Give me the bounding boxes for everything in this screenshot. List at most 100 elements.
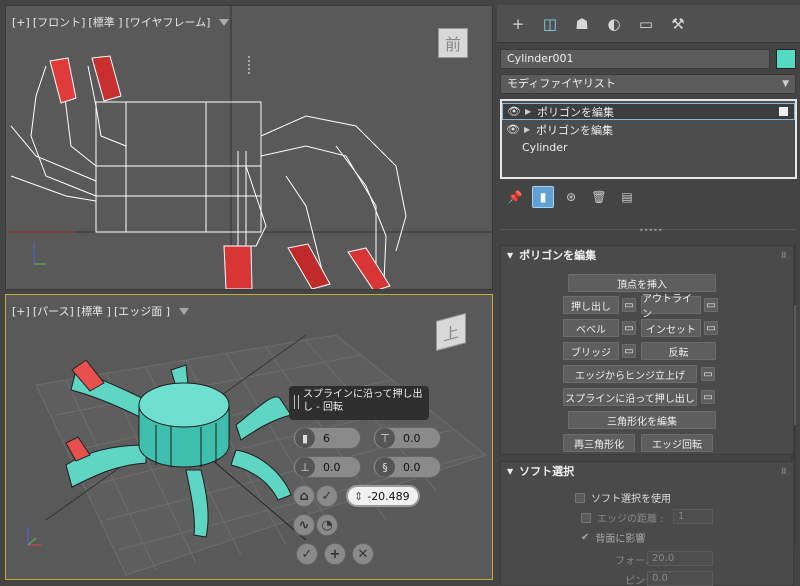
affect-backfacing-row: ✔ 背面に影響 xyxy=(581,530,645,545)
viewcube-face-label: 上 xyxy=(442,321,459,346)
rollout-header[interactable]: ▼ ソフト選択 ⠿ xyxy=(501,462,793,480)
modifier-list-label: モディファイヤリスト xyxy=(507,77,616,90)
viewport-front[interactable]: [+] [フロント] [標準 ] [ワイヤフレーム] 前 xyxy=(5,5,493,290)
grip-icon: ⠿ xyxy=(780,250,787,260)
rotation-value: -20.489 xyxy=(367,489,410,503)
inset-settings-icon[interactable]: ▭ xyxy=(704,321,718,335)
configure-sets-icon[interactable]: ▤ xyxy=(616,186,638,208)
motion-tab[interactable]: ◐ xyxy=(599,11,629,37)
app-root: [+] [フロント] [標準 ] [ワイヤフレーム] 前 [+] [パース] [… xyxy=(0,0,800,586)
stack-item-edit-poly-2[interactable]: 👁 ▶ ポリゴンを編集 xyxy=(502,121,795,138)
outline-button[interactable]: アウトライン xyxy=(641,294,701,320)
show-end-result-icon[interactable]: ▮ xyxy=(532,186,554,208)
segments-icon: ▮ xyxy=(295,428,315,448)
vp-menu-shading-std[interactable]: [標準 ] xyxy=(77,303,111,319)
grip-icon: ⠿ xyxy=(780,466,787,476)
modifier-list-dropdown[interactable]: モディファイヤリスト ▼ xyxy=(500,74,796,94)
filter-icon[interactable] xyxy=(179,307,190,315)
edit-triangulation-button[interactable]: 三角形化を編集 xyxy=(568,411,716,429)
hinge-settings-icon[interactable]: ▭ xyxy=(701,367,715,381)
utilities-tab[interactable]: ⚒ xyxy=(663,11,693,37)
apply-continue-button[interactable]: + xyxy=(324,543,346,565)
vp-menu-shading[interactable]: [エッジ面 ] xyxy=(114,303,170,319)
viewport-persp-label[interactable]: [+] [パース] [標準 ] [エッジ面 ] xyxy=(12,303,190,319)
hinge-from-edge-button[interactable]: エッジからヒンジ立上げ xyxy=(563,365,697,383)
collapse-arrow-icon: ▼ xyxy=(507,250,514,260)
rollout-title: ソフト選択 xyxy=(519,465,575,478)
use-soft-selection-checkbox[interactable] xyxy=(575,492,585,503)
caddy-segments-field[interactable]: ▮ 6 xyxy=(293,427,361,449)
extrude-settings-icon[interactable]: ▭ xyxy=(622,298,636,312)
spline-loop-icon[interactable]: ◔ xyxy=(316,514,338,536)
taper-curve-icon: ⊥ xyxy=(295,457,315,477)
align-normal-icon[interactable]: ✓ xyxy=(316,485,338,507)
cancel-button[interactable]: ✕ xyxy=(352,543,374,565)
viewport-perspective[interactable]: [+] [パース] [標準 ] [エッジ面 ] 上 スプラインに沿って押し出し … xyxy=(5,294,493,580)
bridge-button[interactable]: ブリッジ xyxy=(563,342,619,360)
trash-icon[interactable]: 🗑 xyxy=(588,186,610,208)
use-soft-selection-label: ソフト選択を使用 xyxy=(591,494,671,505)
spinner-icon[interactable]: ⇕ xyxy=(354,490,363,503)
display-tab[interactable]: ▭ xyxy=(631,11,661,37)
spline-curve-icon[interactable]: ∿ xyxy=(293,514,315,536)
stack-item-label: ポリゴンを編集 xyxy=(537,105,614,119)
rollout-header[interactable]: ▼ ポリゴンを編集 ⠿ xyxy=(501,246,793,264)
instance-box-icon xyxy=(779,107,788,116)
twist-icon: § xyxy=(375,457,395,477)
use-soft-selection-row[interactable]: ソフト選択を使用 xyxy=(575,490,671,505)
command-panel-tabs: + ◫ ☗ ◐ ▭ ⚒ xyxy=(497,5,800,43)
stack-item-cylinder[interactable]: Cylinder xyxy=(502,139,795,156)
edge-distance-label: エッジの距離 : xyxy=(597,514,664,525)
stack-item-label: Cylinder xyxy=(522,141,568,154)
expand-arrow-icon[interactable]: ▶ xyxy=(524,125,536,134)
vp-menu-plus[interactable]: [+] xyxy=(12,305,30,318)
rollout-title: ポリゴンを編集 xyxy=(519,249,597,262)
vp-menu-plus[interactable]: [+] xyxy=(12,16,30,29)
falloff-spinner[interactable]: 20.0 xyxy=(647,551,713,566)
turn-edge-button[interactable]: エッジ回転 xyxy=(641,434,713,452)
vp-menu-view[interactable]: [フロント] xyxy=(33,14,86,30)
eye-icon[interactable]: 👁 xyxy=(502,123,524,136)
expand-arrow-icon[interactable]: ▶ xyxy=(525,107,537,116)
vp-menu-shading[interactable]: [ワイヤフレーム] xyxy=(126,14,211,30)
chevron-down-icon: ▼ xyxy=(782,79,789,89)
viewcube-front[interactable]: 前 xyxy=(438,28,468,58)
pinch-spinner[interactable]: 0.0 xyxy=(647,571,713,586)
caddy-taper-amount-field[interactable]: ⊤ 0.0 xyxy=(373,427,441,449)
extrude-along-spline-button[interactable]: スプラインに沿って押し出し xyxy=(563,388,697,406)
soft-selection-rollout: ▼ ソフト選択 ⠿ ソフト選択を使用 エッジの距離 : 1 ✔ 背面に影響 フォ… xyxy=(500,461,794,586)
pin-stack-icon[interactable]: 📌 xyxy=(504,186,526,208)
rotation-input[interactable]: ⇕ -20.489 xyxy=(346,485,420,507)
inset-button[interactable]: インセット xyxy=(641,319,701,337)
stack-item-edit-poly-1[interactable]: 👁 ▶ ポリゴンを編集 xyxy=(502,103,795,120)
modify-tab[interactable]: ◫ xyxy=(535,11,565,37)
make-unique-icon[interactable]: ⊛ xyxy=(560,186,582,208)
checkmark-icon[interactable]: ✔ xyxy=(581,532,589,543)
viewport-front-label[interactable]: [+] [フロント] [標準 ] [ワイヤフレーム] xyxy=(12,14,230,30)
retriangulate-button[interactable]: 再三角形化 xyxy=(563,434,635,452)
divider-grip[interactable]: ••••• xyxy=(639,226,663,235)
caddy-twist-field[interactable]: § 0.0 xyxy=(373,456,441,478)
vp-menu-shading-std[interactable]: [標準 ] xyxy=(88,14,122,30)
bevel-button[interactable]: ベベル xyxy=(563,319,619,337)
create-tab[interactable]: + xyxy=(503,11,533,37)
caddy-title[interactable]: スプラインに沿って押し出し - 回転 xyxy=(289,386,429,420)
extrude-spline-settings-icon[interactable]: ▭ xyxy=(701,390,715,404)
edge-distance-spinner[interactable]: 1 xyxy=(673,509,713,524)
outline-settings-icon[interactable]: ▭ xyxy=(704,298,718,312)
caddy-taper-curve-field[interactable]: ⊥ 0.0 xyxy=(293,456,361,478)
bevel-settings-icon[interactable]: ▭ xyxy=(622,321,636,335)
filter-icon[interactable] xyxy=(219,18,230,26)
bridge-settings-icon[interactable]: ▭ xyxy=(622,344,636,358)
extrude-button[interactable]: 押し出し xyxy=(563,296,619,314)
object-name-field[interactable]: Cylinder001 xyxy=(500,49,770,69)
object-color-swatch[interactable] xyxy=(776,49,796,69)
front-wireframe xyxy=(6,6,492,289)
eye-icon[interactable]: 👁 xyxy=(503,105,525,118)
pick-spline-icon[interactable]: ⌂ xyxy=(293,485,315,507)
vp-menu-view[interactable]: [パース] xyxy=(33,303,74,319)
ok-button[interactable]: ✓ xyxy=(296,543,318,565)
flip-button[interactable]: 反転 xyxy=(641,342,716,360)
edge-distance-checkbox[interactable] xyxy=(581,512,591,523)
hierarchy-tab[interactable]: ☗ xyxy=(567,11,597,37)
